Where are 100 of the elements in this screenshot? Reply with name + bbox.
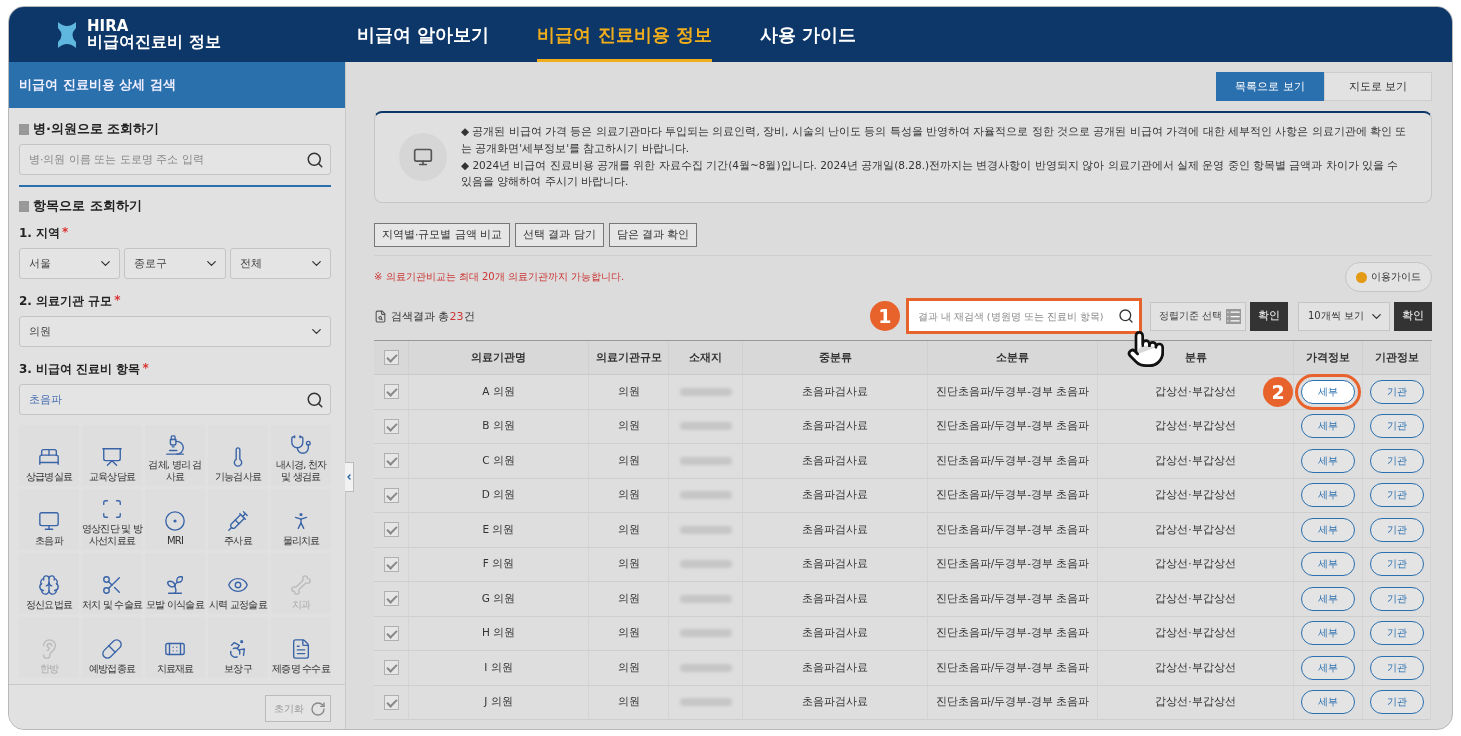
- institution-button[interactable]: 기관: [1369, 379, 1424, 404]
- table-cell: 갑상선·부갑상선: [1098, 409, 1294, 445]
- blurred-address: [679, 422, 732, 431]
- nav-tab[interactable]: 비급여 진료비용 정보: [537, 7, 712, 62]
- table-cell: D 의원: [409, 478, 589, 514]
- table-cell: 갑상선·부갑상선: [1098, 616, 1294, 652]
- institution-button[interactable]: 기관: [1369, 414, 1424, 439]
- brain-icon: [38, 573, 60, 596]
- table-cell: 초음파검사료: [743, 375, 928, 410]
- confirm-button[interactable]: 확인: [1250, 301, 1288, 331]
- institution-button[interactable]: 기관: [1369, 586, 1424, 611]
- detail-button[interactable]: 세부: [1301, 690, 1355, 715]
- detail-button[interactable]: 세부: [1301, 655, 1355, 680]
- table-cell: 초음파검사료: [743, 478, 928, 514]
- region-select[interactable]: 서울: [19, 248, 121, 279]
- field-label: 2. 의료기관 규모: [19, 293, 113, 310]
- table-cell: 의원: [589, 685, 669, 721]
- guide-button[interactable]: 이용가이드: [1345, 262, 1432, 293]
- row-checkbox[interactable]: [383, 556, 399, 572]
- institution-button[interactable]: 기관: [1369, 483, 1424, 508]
- search-icon: [306, 150, 324, 169]
- page-size-select[interactable]: 10개씩 보기: [1298, 301, 1390, 331]
- logo-icon: [55, 19, 79, 50]
- table-cell: J 의원: [409, 685, 589, 721]
- table-cell: 초음파검사료: [743, 685, 928, 721]
- table-cell: G 의원: [409, 582, 589, 617]
- results-count: 23: [449, 309, 464, 323]
- sidebar-title: 비급여 진료비용 상세 검색: [9, 62, 345, 108]
- action-button[interactable]: 선택 결과 담기: [515, 223, 604, 248]
- row-checkbox[interactable]: [383, 660, 399, 676]
- institution-button[interactable]: 기관: [1369, 655, 1424, 680]
- table-cell: 진단초음파/두경부-경부 초음파: [928, 444, 1098, 479]
- row-checkbox[interactable]: [383, 694, 399, 710]
- table-cell: 갑상선·부갑상선: [1098, 444, 1294, 479]
- scale-select[interactable]: 의원: [19, 316, 331, 347]
- table-cell: 갑상선·부갑상선: [1098, 513, 1294, 548]
- institution-button[interactable]: 기관: [1369, 552, 1424, 577]
- row-checkbox[interactable]: [383, 384, 399, 400]
- table-cell: 초음파검사료: [743, 616, 928, 652]
- refine-search-field[interactable]: 결과 내 재검색 (병원명 또는 진료비 항목): [905, 298, 1142, 335]
- table-cell: 의원: [589, 651, 669, 686]
- detail-button[interactable]: 세부: [1301, 448, 1355, 473]
- confirm-button[interactable]: 확인: [1394, 301, 1432, 331]
- microscope-icon: [164, 434, 186, 456]
- row-checkbox[interactable]: [383, 522, 399, 538]
- presentation-icon: [101, 445, 123, 468]
- results-suffix: 건: [463, 308, 475, 324]
- column-header: 중분류: [743, 341, 928, 376]
- row-checkbox[interactable]: [383, 487, 399, 503]
- syringe-icon: [227, 509, 249, 532]
- notice-text: ◆ 공개된 비급여 가격 등은 의료기관마다 투입되는 의료인력, 장비, 시술의 난이도 등의 특성을 반영하여 자율적으로 정한 것으로 공개된 비급여 가격에 대한 세부적인 사항은 의료기관에 확인 또는 공개화면'세부정보'를 참고하시기 바랍니다.: [461, 124, 1408, 156]
- select-all-checkbox[interactable]: [383, 350, 399, 366]
- table-cell: 의원: [589, 616, 669, 652]
- blurred-address: [679, 491, 732, 500]
- table-cell: 의원: [589, 513, 669, 548]
- scissors-icon: [101, 573, 123, 596]
- table-cell: E 의원: [409, 513, 589, 548]
- action-button[interactable]: 지역별·규모별 금액 비교: [374, 223, 510, 248]
- required-mark: *: [142, 361, 149, 377]
- view-toggle-tab[interactable]: 목록으로 보기: [1216, 72, 1324, 101]
- table-cell: A 의원: [409, 375, 589, 410]
- row-checkbox[interactable]: [383, 453, 399, 469]
- region-select[interactable]: 전체: [229, 248, 331, 279]
- detail-button[interactable]: 세부: [1301, 552, 1355, 577]
- sprout-icon: [164, 573, 186, 596]
- institution-button[interactable]: 기관: [1369, 621, 1424, 646]
- required-mark: *: [62, 225, 69, 241]
- table-cell: 진단초음파/두경부-경부 초음파: [928, 582, 1098, 617]
- detail-button[interactable]: 세부: [1301, 517, 1355, 542]
- institution-button[interactable]: 기관: [1369, 690, 1424, 715]
- table-cell: 진단초음파/두경부-경부 초음파: [928, 651, 1098, 686]
- table-cell: 갑상선·부갑상선: [1098, 547, 1294, 583]
- table-cell: 의원: [589, 478, 669, 514]
- row-checkbox[interactable]: [383, 418, 399, 434]
- detail-button[interactable]: 세부: [1301, 414, 1355, 439]
- table-cell: H 의원: [409, 616, 589, 652]
- blurred-address: [679, 387, 732, 396]
- table-cell: 진단초음파/두경부-경부 초음파: [928, 547, 1098, 583]
- sort-button[interactable]: 정렬기준 선택: [1149, 301, 1246, 331]
- institution-button[interactable]: 기관: [1369, 448, 1424, 473]
- item-search-field[interactable]: 초음파: [19, 384, 331, 415]
- detail-button[interactable]: 세부: [1301, 586, 1355, 611]
- row-checkbox[interactable]: [383, 625, 399, 641]
- view-toggle-tab[interactable]: 지도로 보기: [1324, 72, 1432, 101]
- nav-tab[interactable]: 사용 가이드: [759, 7, 857, 62]
- table-cell: 초음파검사료: [743, 409, 928, 445]
- action-button[interactable]: 담은 결과 확인: [608, 223, 698, 248]
- row-checkbox[interactable]: [383, 591, 399, 607]
- region-select[interactable]: 종로구: [124, 248, 226, 279]
- section-heading: 항목으로 조회하기: [33, 197, 142, 215]
- institution-button[interactable]: 기관: [1369, 517, 1424, 542]
- collapse-handle[interactable]: [345, 462, 354, 492]
- column-header: 소재지: [669, 341, 743, 376]
- nav-tab[interactable]: 비급여 알아보기: [357, 7, 490, 62]
- detail-button[interactable]: 세부: [1301, 483, 1355, 508]
- column-header: 의료기관명: [409, 341, 589, 376]
- blurred-address: [679, 456, 732, 465]
- detail-button[interactable]: 세부: [1301, 621, 1355, 646]
- search-icon: [306, 390, 324, 409]
- table-cell: 진단초음파/두경부-경부 초음파: [928, 409, 1098, 445]
